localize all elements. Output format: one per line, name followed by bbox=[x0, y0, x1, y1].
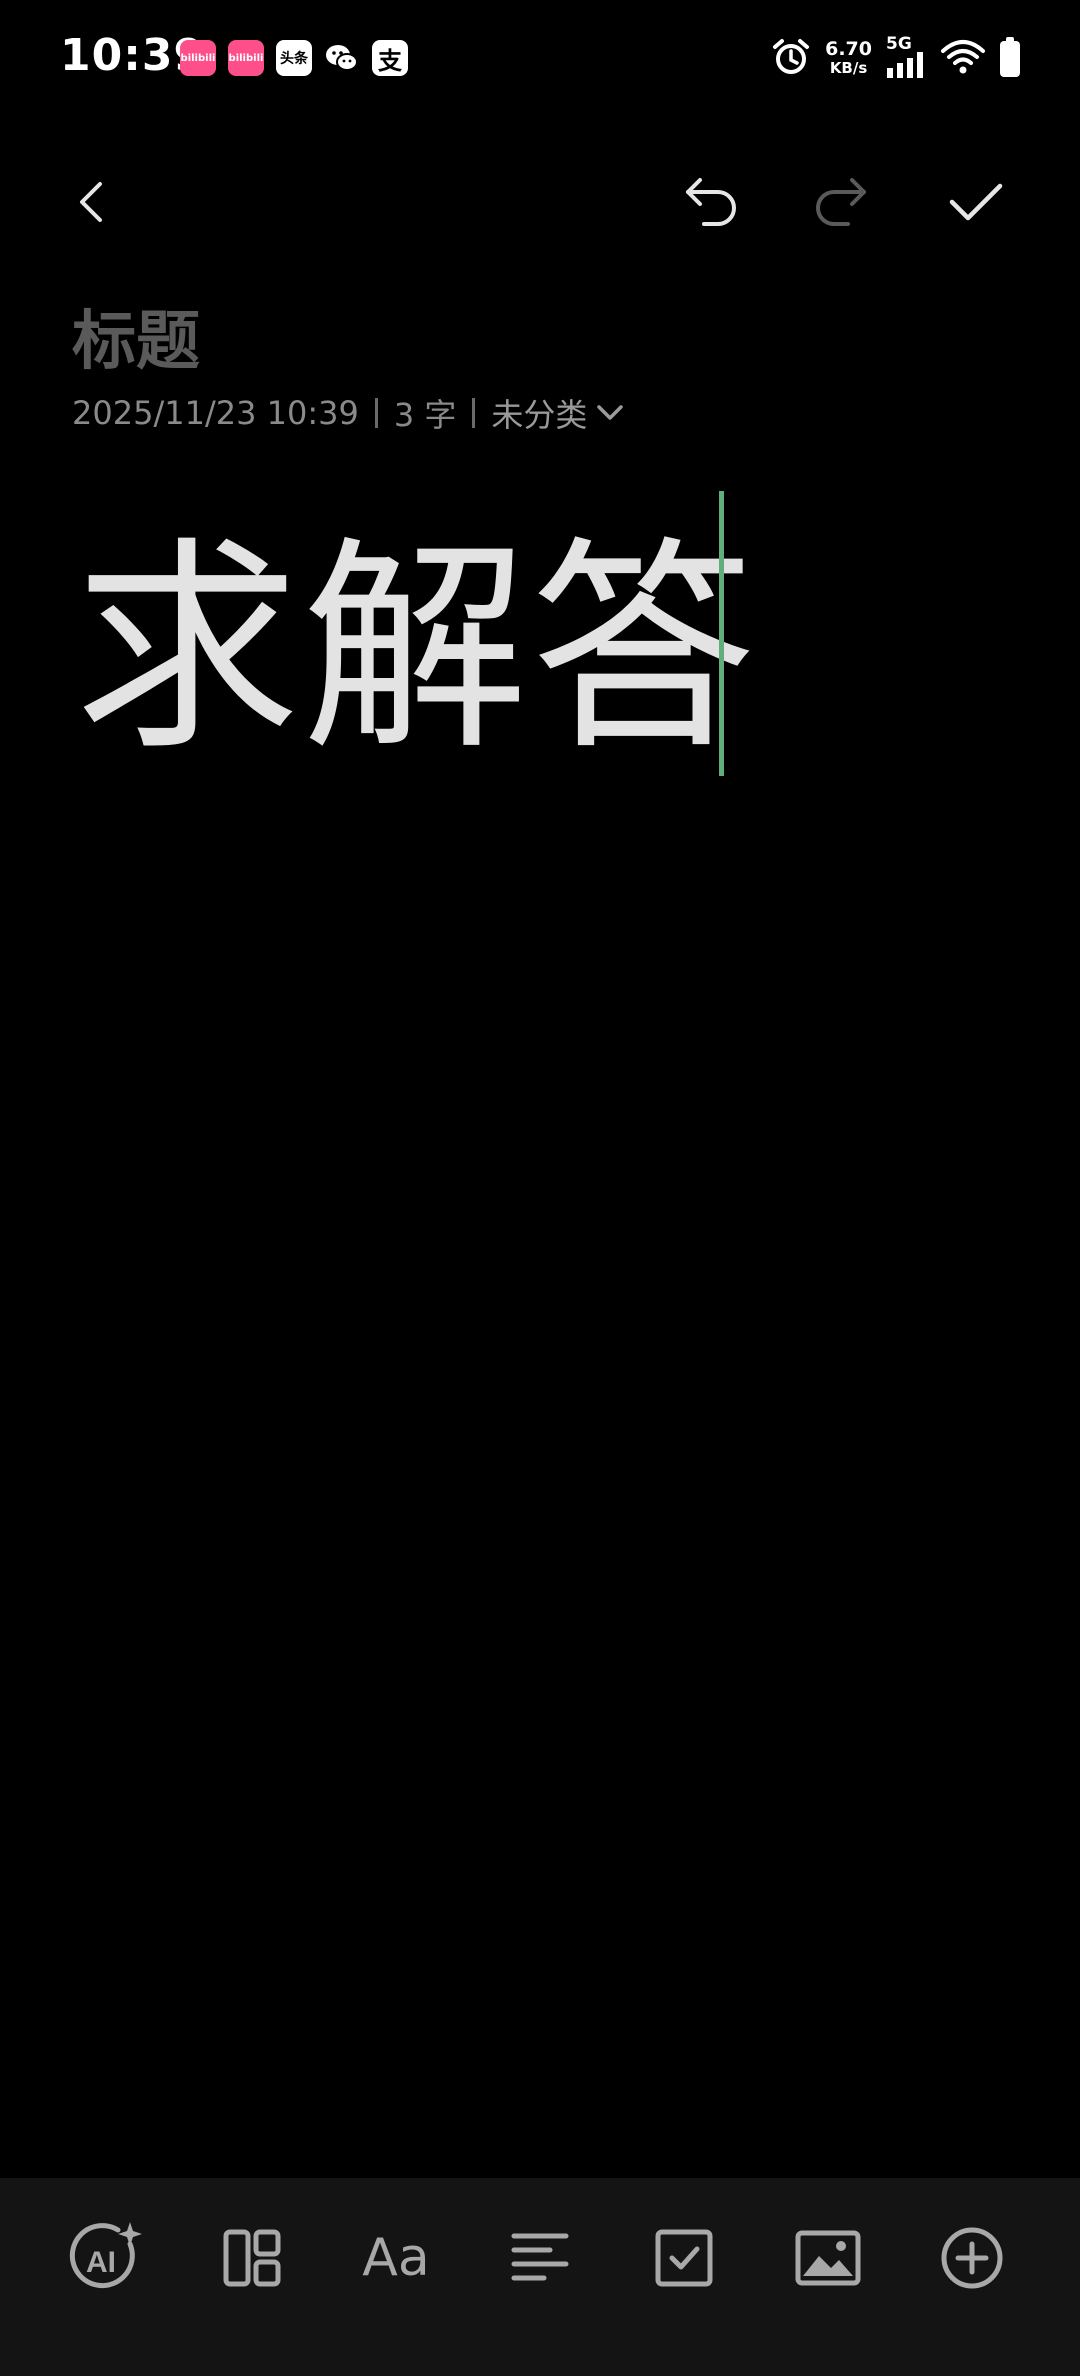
category-dropdown[interactable]: 未分类 bbox=[491, 390, 625, 436]
redo-icon bbox=[816, 178, 866, 226]
undo-icon bbox=[686, 178, 736, 226]
divider bbox=[472, 398, 476, 428]
signal-icon bbox=[886, 52, 926, 81]
note-body-editor[interactable]: 求解答 bbox=[74, 505, 758, 795]
redo-button[interactable] bbox=[808, 170, 872, 234]
notification-icons: bilibili bilibili 头条 支 bbox=[180, 40, 408, 76]
ai-button[interactable]: AI bbox=[68, 2218, 148, 2298]
battery-icon bbox=[1000, 36, 1020, 77]
wifi-icon bbox=[940, 39, 986, 79]
done-button[interactable] bbox=[944, 170, 1008, 234]
font-icon: Aa bbox=[362, 2228, 430, 2288]
undo-button[interactable] bbox=[680, 170, 744, 234]
net-speed-unit: KB/s bbox=[829, 58, 868, 77]
net-speed-value: 6.70 bbox=[825, 37, 872, 60]
bilibili-icon: bilibili bbox=[180, 40, 216, 76]
note-title-input[interactable]: 标题 bbox=[72, 290, 200, 382]
ai-sparkle-icon: AI bbox=[69, 2222, 142, 2289]
category-label: 未分类 bbox=[491, 396, 588, 434]
divider bbox=[374, 398, 378, 428]
align-left-icon bbox=[511, 2233, 569, 2281]
text-caret bbox=[719, 491, 724, 776]
status-bar: 10:39 bilibili bilibili 头条 支 6.70 KB/s 5… bbox=[0, 0, 1080, 120]
image-icon bbox=[795, 2230, 861, 2286]
network-indicator: 5G bbox=[886, 36, 926, 81]
checklist-button[interactable] bbox=[644, 2218, 724, 2298]
toutiao-icon: 头条 bbox=[276, 40, 312, 76]
bilibili-icon: bilibili bbox=[228, 40, 264, 76]
back-button[interactable] bbox=[60, 170, 124, 234]
template-button[interactable] bbox=[212, 2218, 292, 2298]
alarm-icon bbox=[771, 37, 811, 81]
chevron-down-icon bbox=[597, 405, 624, 420]
font-style-button[interactable]: Aa bbox=[356, 2218, 436, 2298]
editor-toolbar bbox=[0, 150, 1080, 250]
format-toolbar: AI Aa bbox=[0, 2178, 1080, 2376]
net-speed: 6.70 KB/s bbox=[825, 37, 872, 78]
paragraph-button[interactable] bbox=[500, 2218, 580, 2298]
back-icon bbox=[80, 182, 102, 222]
check-icon bbox=[949, 183, 1003, 221]
insert-image-button[interactable] bbox=[788, 2218, 868, 2298]
svg-text:AI: AI bbox=[86, 2246, 116, 2279]
add-more-button[interactable] bbox=[932, 2218, 1012, 2298]
layout-icon bbox=[223, 2229, 281, 2287]
alipay-icon: 支 bbox=[372, 40, 408, 76]
wechat-icon bbox=[324, 40, 360, 76]
plus-circle-icon bbox=[941, 2227, 1003, 2289]
checkbox-icon bbox=[655, 2229, 713, 2287]
note-date: 2025/11/23 10:39 bbox=[72, 394, 359, 432]
word-count: 3 字 bbox=[393, 396, 457, 434]
status-right: 6.70 KB/s 5G bbox=[771, 36, 1020, 81]
net-type: 5G bbox=[886, 34, 912, 54]
note-meta: 2025/11/23 10:39 3 字 未分类 bbox=[72, 390, 625, 436]
